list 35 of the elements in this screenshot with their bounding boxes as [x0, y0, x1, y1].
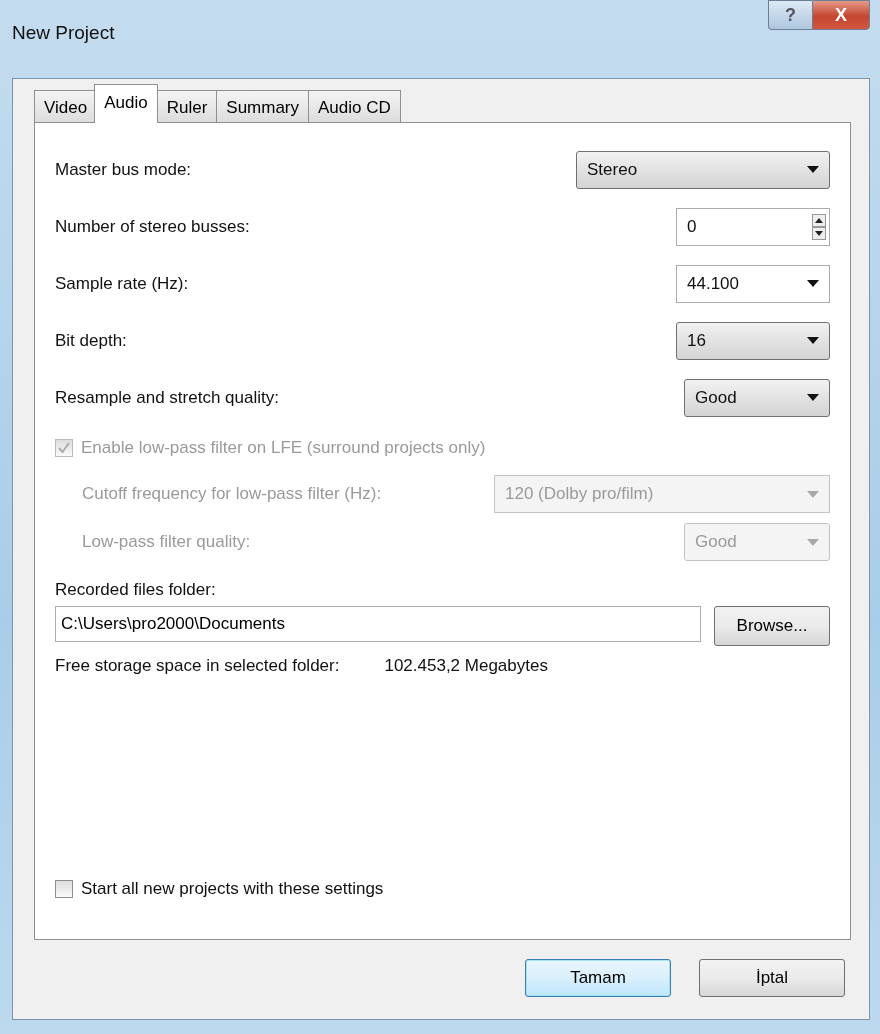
help-button[interactable]: ?	[768, 0, 812, 30]
checkbox[interactable]	[55, 880, 73, 898]
dialog-button[interactable]: Tamam	[525, 959, 671, 997]
spinner-arrows-icon[interactable]	[812, 213, 826, 240]
setting-label: Sample rate (Hz):	[55, 273, 189, 294]
window-title: New Project	[12, 22, 115, 44]
caret-icon	[807, 337, 819, 344]
setting-label: Bit depth:	[55, 330, 127, 351]
setting-label: Resample and stretch quality:	[55, 387, 279, 408]
dialog-button[interactable]: İptal	[699, 959, 845, 997]
caret-icon	[807, 166, 819, 173]
tab[interactable]: Audio	[94, 84, 158, 123]
tab[interactable]: Summary	[216, 90, 310, 123]
dropdown[interactable]: Good	[684, 378, 830, 417]
checkbox-label: Enable low-pass filter on LFE (surround projects only)	[81, 438, 486, 458]
caret-icon	[807, 280, 819, 287]
tab[interactable]: Audio CD	[308, 90, 401, 123]
setting-label: Master bus mode:	[55, 159, 192, 180]
folder-label: Recorded files folder:	[55, 580, 217, 600]
caret-icon	[807, 538, 819, 546]
setting-label: Number of stereo busses:	[55, 216, 250, 237]
setting-label: Cutoff frequency for low-pass filter (Hz):	[82, 484, 382, 504]
checkbox-label: Start all new projects with these settings	[81, 879, 384, 899]
storage-value: 102.453,2 Megabytes	[384, 656, 548, 676]
setting-label: Low-pass filter quality:	[82, 532, 251, 552]
close-button[interactable]: X	[812, 0, 870, 30]
dropdown[interactable]: 44.100	[676, 264, 830, 303]
storage-label: Free storage space in selected folder:	[55, 656, 340, 676]
dropdown[interactable]: 16	[676, 321, 830, 360]
caret-icon	[807, 490, 819, 498]
folder-path-field[interactable]: C:\Users\pro2000\Documents	[55, 606, 701, 642]
dropdown[interactable]: Stereo	[576, 150, 830, 189]
browse-button[interactable]: Browse...	[714, 606, 830, 646]
number-spinner[interactable]: 0	[676, 207, 830, 246]
caret-icon	[807, 394, 819, 401]
